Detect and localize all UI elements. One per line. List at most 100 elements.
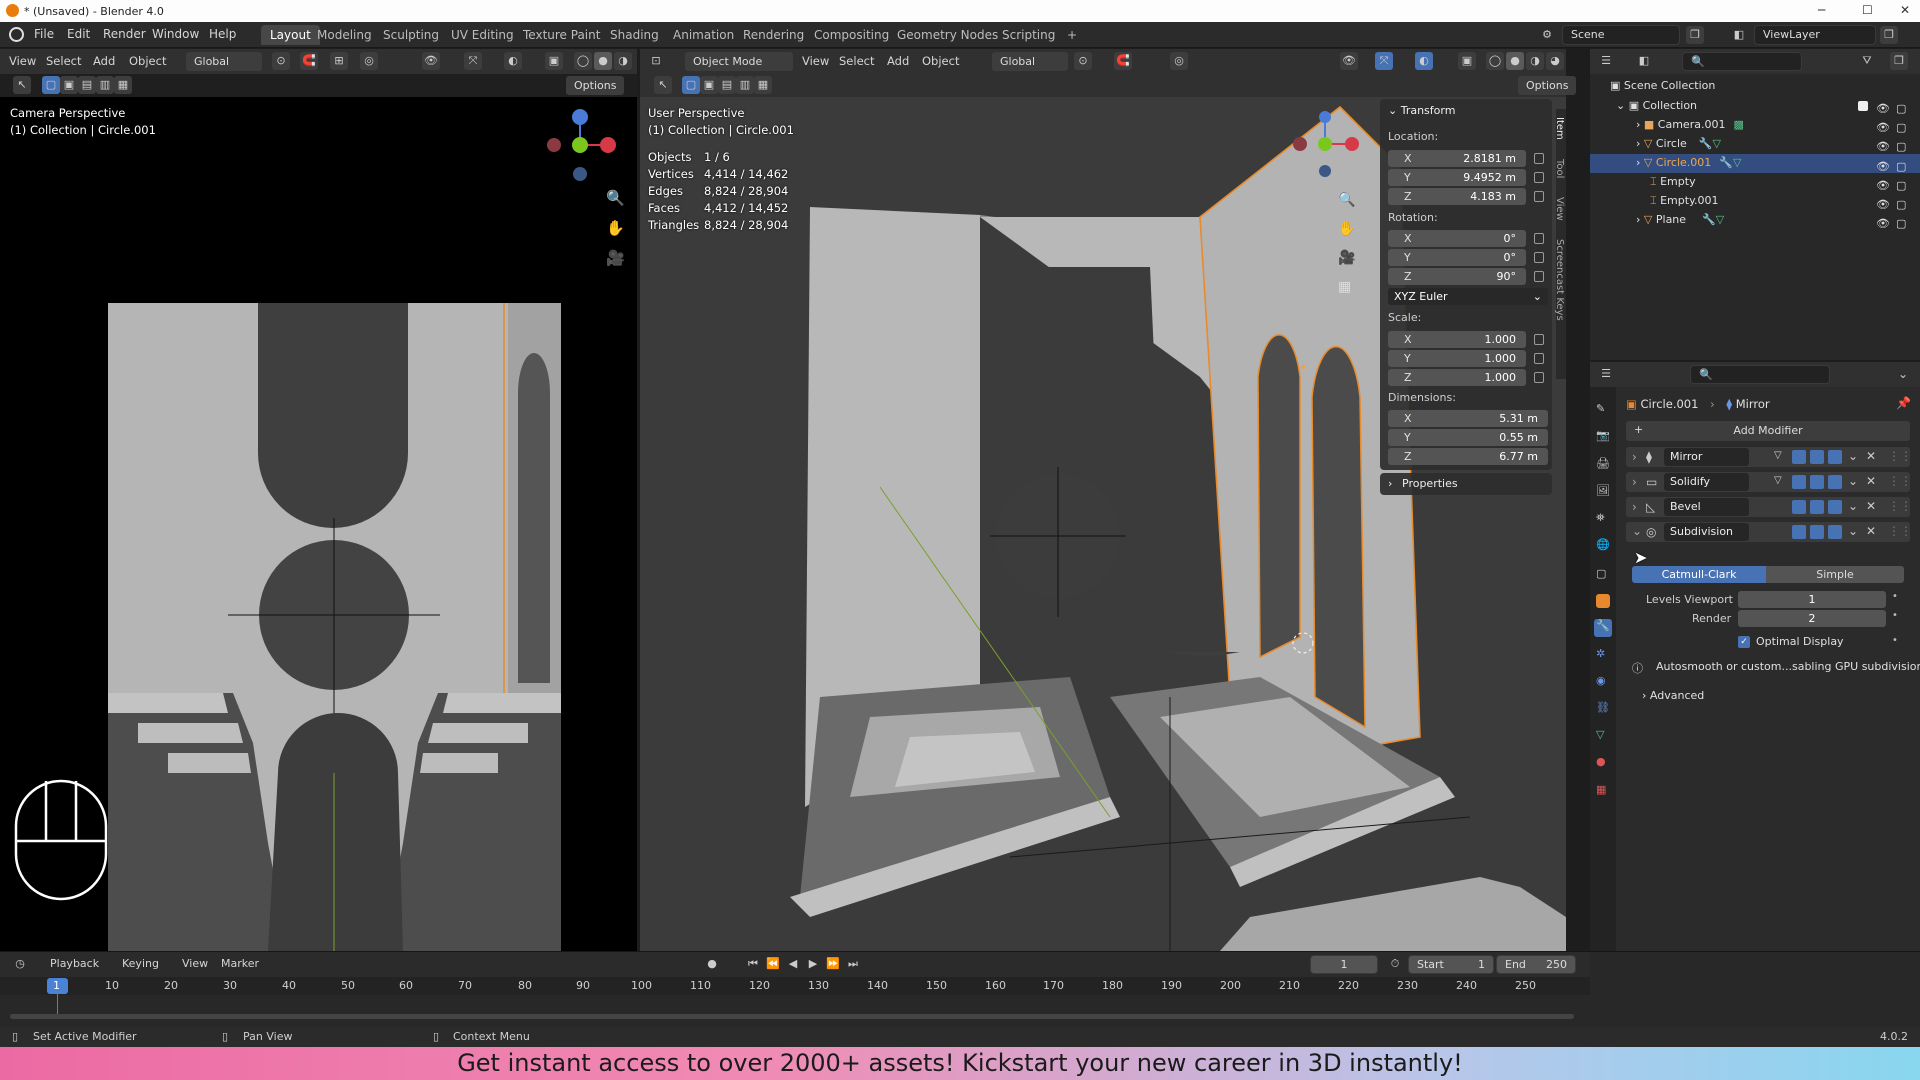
prev-keyframe-icon[interactable]: ⏪	[764, 955, 782, 973]
outliner-row-plane[interactable]: › ▽ Plane 🔧▽	[1636, 213, 1916, 226]
tab-rendering[interactable]: Rendering	[734, 25, 813, 45]
tab-compositing[interactable]: Compositing	[805, 25, 898, 45]
lock-icon[interactable]	[1534, 233, 1544, 244]
lock-icon[interactable]	[1534, 334, 1544, 345]
viewport-display-icon[interactable]	[1810, 450, 1824, 464]
drag-handle-icon[interactable]: ⋮⋮	[1888, 449, 1912, 463]
select-extend-icon[interactable]: ▣	[60, 76, 78, 94]
left-navigation-gizmo[interactable]	[540, 105, 620, 185]
right-xray-icon[interactable]: ▣	[1458, 52, 1476, 70]
simple-toggle[interactable]: Simple	[1766, 566, 1904, 583]
outliner-row-circle-001[interactable]: › ▽ Circle.001 🔧▽	[1636, 156, 1916, 169]
viewport-display-icon[interactable]	[1810, 525, 1824, 539]
marker-menu[interactable]: Marker	[221, 957, 259, 970]
transform-header[interactable]: ⌄ Transform	[1388, 104, 1455, 117]
render-display-icon[interactable]	[1828, 525, 1842, 539]
select-subtract-icon[interactable]: ▤	[78, 76, 96, 94]
menu-render[interactable]: Render	[103, 27, 146, 41]
texture-tab-icon[interactable]: ▦	[1596, 783, 1610, 797]
record-icon[interactable]: ●	[703, 955, 721, 973]
select-box-icon[interactable]: ▢	[42, 76, 60, 94]
location-y-field[interactable]: Y 9.4952 m	[1388, 169, 1526, 186]
viewport-display-icon[interactable]	[1810, 500, 1824, 514]
remove-modifier-icon[interactable]: ✕	[1866, 499, 1876, 513]
end-frame-field[interactable]: End 250	[1496, 955, 1576, 974]
display-mode-icon[interactable]: ◧	[1635, 52, 1653, 70]
select-intersect-icon[interactable]: ▦	[114, 76, 132, 94]
right-zoom-icon[interactable]: 🔍	[1338, 192, 1355, 208]
render-display-icon[interactable]	[1828, 500, 1842, 514]
right-menu-select[interactable]: Select	[839, 54, 874, 68]
left-menu-object[interactable]: Object	[129, 54, 166, 68]
properties-search-input[interactable]: 🔍	[1690, 365, 1830, 384]
view-layer-icon[interactable]: ◧	[1730, 26, 1748, 44]
tab-screencast-keys[interactable]: Screencast Keys	[1554, 239, 1565, 321]
rotation-z-field[interactable]: Z 90°	[1388, 268, 1526, 285]
playback-menu[interactable]: Playback	[50, 957, 99, 970]
right-proportional-icon[interactable]: ◎	[1170, 52, 1188, 70]
scene-tab-icon[interactable]: ⛯	[1596, 511, 1610, 525]
filter-icon[interactable]: ⛛	[1858, 52, 1876, 70]
menu-help[interactable]: Help	[209, 27, 236, 41]
scale-x-field[interactable]: X 1.000	[1388, 331, 1526, 348]
keyframe-dot-icon[interactable]: •	[1892, 591, 1898, 602]
new-collection-icon[interactable]: ❐	[1890, 52, 1908, 70]
blender-menu-icon[interactable]	[9, 27, 24, 42]
right-gizmo-icon[interactable]: ⤧	[1375, 52, 1393, 70]
visibility-column[interactable]: 👁 👁 👁 👁 👁 👁 👁	[1876, 99, 1890, 233]
lock-icon[interactable]	[1534, 153, 1544, 164]
jump-start-icon[interactable]: ⏮	[744, 955, 762, 973]
new-scene-icon[interactable]: ❐	[1686, 26, 1704, 44]
new-view-layer-icon[interactable]: ❐	[1880, 26, 1898, 44]
levels-viewport-field[interactable]: 1	[1738, 591, 1886, 608]
right-menu-add[interactable]: Add	[887, 54, 909, 68]
maximize-button[interactable]: ☐	[1862, 3, 1873, 17]
dimensions-y-field[interactable]: Y 0.55 m	[1388, 429, 1548, 446]
location-x-field[interactable]: X 2.8181 m	[1388, 150, 1526, 167]
mode-dropdown[interactable]: Object Mode	[685, 52, 793, 71]
tab-uv-editing[interactable]: UV Editing	[442, 25, 523, 45]
chevron-down-icon[interactable]: ⌄	[1632, 524, 1642, 538]
drag-handle-icon[interactable]: ⋮⋮	[1888, 474, 1912, 488]
play-reverse-icon[interactable]: ◀	[784, 955, 802, 973]
edit-mode-icon[interactable]	[1792, 450, 1806, 464]
right-select-subtract-icon[interactable]: ▤	[718, 76, 736, 94]
constraints-tab-icon[interactable]: ⛓	[1596, 701, 1610, 715]
lock-icon[interactable]	[1534, 372, 1544, 383]
stopwatch-icon[interactable]: ⏱	[1386, 955, 1404, 973]
tab-shading[interactable]: Shading	[601, 25, 668, 45]
modifier-name-field[interactable]: Solidify	[1664, 473, 1749, 491]
tab-scripting[interactable]: Scripting	[993, 25, 1064, 45]
pivot-icon[interactable]: ⊙	[272, 52, 290, 70]
tab-animation[interactable]: Animation	[664, 25, 743, 45]
pin-icon[interactable]: 📌	[1896, 396, 1911, 410]
remove-modifier-icon[interactable]: ✕	[1866, 474, 1876, 488]
outliner-search-input[interactable]: 🔍	[1682, 52, 1802, 71]
render-tab-icon[interactable]: 📷	[1596, 429, 1610, 443]
tab-modeling[interactable]: Modeling	[308, 25, 381, 45]
properties-panel-header[interactable]: › Properties	[1380, 473, 1552, 495]
left-menu-select[interactable]: Select	[46, 54, 81, 68]
tab-sculpting[interactable]: Sculpting	[374, 25, 448, 45]
right-menu-view[interactable]: View	[802, 54, 829, 68]
timeline-editor-icon[interactable]: ◷	[11, 955, 29, 973]
view-layer-tab-icon[interactable]: 🖼	[1596, 484, 1610, 498]
camera-viewport[interactable]: View Select Add Object Global ⊙ 🧲 ⊞ ◎ 👁 …	[0, 49, 637, 951]
properties-editor-icon[interactable]: ☰	[1597, 365, 1615, 383]
right-solid-icon[interactable]: ●	[1506, 52, 1524, 70]
tab-geometry-nodes[interactable]: Geometry Nodes	[888, 25, 1007, 45]
edit-mode-icon[interactable]	[1792, 475, 1806, 489]
particles-tab-icon[interactable]: ✲	[1596, 647, 1610, 661]
right-wireframe-icon[interactable]: ◯	[1486, 52, 1504, 70]
xray-icon[interactable]: ▣	[545, 52, 563, 70]
render-levels-field[interactable]: 2	[1738, 610, 1886, 627]
dimensions-x-field[interactable]: X 5.31 m	[1388, 410, 1548, 427]
rotation-y-field[interactable]: Y 0°	[1388, 249, 1526, 266]
dimensions-z-field[interactable]: Z 6.77 m	[1388, 448, 1548, 465]
tool-tab-icon[interactable]: ✎	[1596, 402, 1610, 416]
left-options-button[interactable]: Options	[566, 76, 625, 95]
right-pivot-icon[interactable]: ⊙	[1074, 52, 1092, 70]
solid-shading-icon[interactable]: ●	[594, 52, 612, 70]
lock-icon[interactable]	[1534, 353, 1544, 364]
chevron-right-icon[interactable]: ›	[1632, 475, 1637, 489]
